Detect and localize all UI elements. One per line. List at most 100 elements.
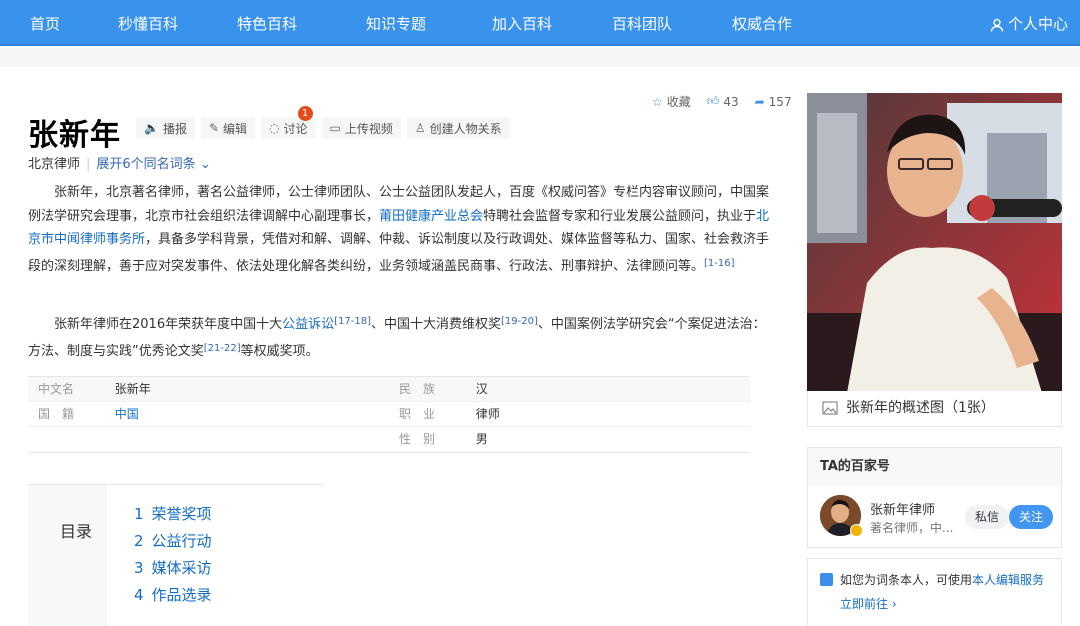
go-now-link[interactable]: 立即前往 › bbox=[840, 595, 897, 612]
create-relation-button[interactable]: ♙ 创建人物关系 bbox=[406, 117, 510, 139]
play-button[interactable]: 🔈 播报 bbox=[136, 117, 195, 139]
info-key: 职 业 bbox=[399, 407, 436, 421]
share-count: 157 bbox=[768, 94, 792, 109]
top-navigation: 首页 秒懂百科 特色百科 知识专题 加入百科 百科团队 权威合作 个人中心 bbox=[0, 0, 1080, 46]
baijiahao-header: TA的百家号 bbox=[808, 448, 1061, 486]
speaker-icon: 🔈 bbox=[144, 121, 159, 135]
reference-1-16[interactable]: [1-16] bbox=[704, 258, 735, 269]
image-icon bbox=[822, 401, 838, 415]
self-edit-prefix: 如您为词条本人，可使用 bbox=[840, 573, 973, 587]
basic-info-table: 中文名 张新年 民 族 汉 国 籍 中国 职 业 律师 性 别 男 bbox=[28, 376, 750, 453]
photo-caption[interactable]: 张新年的概述图（1张） bbox=[807, 391, 1062, 427]
para2-text-4: 等权威奖项。 bbox=[240, 343, 319, 359]
homonyms-link[interactable]: 展开6个同名词条 ⌄ bbox=[96, 157, 210, 172]
edit-button[interactable]: ✎ 编辑 bbox=[200, 117, 256, 139]
share-icon: ➦ bbox=[754, 94, 765, 109]
upload-video-label: 上传视频 bbox=[344, 121, 393, 136]
toc-number: 3 bbox=[134, 559, 144, 577]
info-key: 国 籍 bbox=[38, 407, 75, 421]
toc-text: 公益行动 bbox=[151, 532, 212, 550]
reference-19-20[interactable]: [19-20] bbox=[501, 316, 538, 327]
toc-label-box: 目录 bbox=[28, 485, 106, 626]
entry-subtitle-row: 北京律师 | 展开6个同名词条 ⌄ bbox=[28, 157, 211, 172]
info-value: 汉 bbox=[475, 382, 488, 396]
chat-icon: ◌ bbox=[269, 121, 280, 135]
nav-featured[interactable]: 特色百科 bbox=[237, 13, 297, 34]
para2-text-1: 张新年律师在2016年荣获年度中国十大 bbox=[54, 317, 283, 332]
discuss-count-badge: 1 bbox=[297, 106, 313, 121]
toc-item[interactable]: 3 媒体采访 bbox=[134, 555, 212, 582]
message-button[interactable]: 私信 bbox=[964, 505, 1009, 529]
overview-photo[interactable] bbox=[807, 93, 1062, 391]
info-value bbox=[115, 427, 389, 452]
baijiahao-name[interactable]: 张新年律师 bbox=[870, 499, 935, 518]
summary-paragraph-1: 张新年，北京著名律师，著名公益律师，公士律师团队、公士公益团队发起人，百度《权威… bbox=[28, 181, 776, 278]
table-of-contents: 目录 1 荣誉奖项 2 公益行动 3 媒体采访 4 作品选录 bbox=[28, 484, 324, 626]
entry-stats: ☆ 收藏 👍︎ 43 ➦ 157 bbox=[652, 93, 792, 110]
info-key bbox=[28, 427, 115, 452]
user-center-link[interactable]: 个人中心 bbox=[990, 13, 1068, 34]
public-litigation-link[interactable]: 公益诉讼 bbox=[282, 317, 334, 332]
toc-item[interactable]: 2 公益行动 bbox=[134, 528, 212, 555]
info-key: 民 族 bbox=[399, 382, 436, 396]
user-center-label: 个人中心 bbox=[1007, 15, 1068, 33]
info-value: 张新年 bbox=[114, 382, 151, 396]
homonyms-label: 展开6个同名词条 bbox=[96, 157, 196, 172]
toc-list: 1 荣誉奖项 2 公益行动 3 媒体采访 4 作品选录 bbox=[134, 501, 212, 609]
play-label: 播报 bbox=[162, 121, 187, 136]
star-icon: ☆ bbox=[652, 94, 663, 109]
toc-text: 媒体采访 bbox=[151, 559, 212, 577]
nav-join[interactable]: 加入百科 bbox=[492, 13, 552, 34]
nav-cooperation[interactable]: 权威合作 bbox=[732, 13, 792, 34]
nav-topics[interactable]: 知识专题 bbox=[366, 13, 426, 34]
nav-home[interactable]: 首页 bbox=[30, 13, 60, 34]
info-key: 性 别 bbox=[399, 432, 436, 446]
self-edit-text: 如您为词条本人，可使用本人编辑服务 bbox=[840, 571, 1044, 588]
reference-17-18[interactable]: [17-18] bbox=[334, 316, 371, 327]
photo-caption-text: 张新年的概述图（1张） bbox=[846, 400, 995, 416]
toc-number: 4 bbox=[134, 586, 144, 604]
toc-item[interactable]: 1 荣誉奖项 bbox=[134, 501, 212, 528]
people-icon: ♙ bbox=[414, 121, 426, 135]
discuss-button[interactable]: ◌ 讨论 1 bbox=[261, 106, 316, 139]
video-icon: ▭ bbox=[329, 121, 341, 135]
create-relation-label: 创建人物关系 bbox=[429, 121, 502, 136]
toc-item[interactable]: 4 作品选录 bbox=[134, 582, 212, 609]
toc-text: 作品选录 bbox=[151, 586, 212, 604]
share-button[interactable]: ➦ 157 bbox=[755, 93, 792, 110]
collect-label: 收藏 bbox=[666, 95, 691, 109]
info-row: 性 别 男 bbox=[28, 427, 750, 452]
para2-text-2: 、中国十大消费维权奖 bbox=[370, 317, 501, 332]
summary-paragraph-2: 张新年律师在2016年荣获年度中国十大公益诉讼[17-18]、中国十大消费维权奖… bbox=[28, 310, 776, 363]
verified-badge-icon bbox=[850, 524, 863, 537]
baijiahao-card: TA的百家号 张新年律师 著名律师，中... 私信 关注 bbox=[807, 447, 1062, 548]
toc-number: 2 bbox=[134, 532, 144, 550]
nationality-link[interactable]: 中国 bbox=[115, 402, 389, 426]
edit-label: 编辑 bbox=[223, 121, 248, 136]
chevron-down-icon: ⌄ bbox=[199, 157, 211, 172]
follow-button[interactable]: 关注 bbox=[1008, 505, 1053, 529]
self-edit-service-link[interactable]: 本人编辑服务 bbox=[972, 573, 1044, 587]
toc-text: 荣誉奖项 bbox=[151, 505, 212, 523]
toc-label: 目录 bbox=[60, 522, 93, 541]
thumb-up-icon: 👍︎ bbox=[706, 94, 720, 108]
info-key: 中文名 bbox=[38, 382, 75, 396]
discuss-label: 讨论 bbox=[283, 121, 308, 136]
pencil-icon: ✎ bbox=[208, 121, 220, 135]
baijiahao-desc: 著名律师，中... bbox=[870, 521, 954, 535]
nav-miaodong[interactable]: 秒懂百科 bbox=[118, 13, 178, 34]
like-count: 43 bbox=[723, 94, 739, 109]
collect-button[interactable]: ☆ 收藏 bbox=[652, 93, 691, 110]
nav-team[interactable]: 百科团队 bbox=[612, 13, 672, 34]
entry-subtitle: 北京律师 bbox=[28, 157, 81, 172]
info-value: 男 bbox=[475, 432, 488, 446]
reference-21-22[interactable]: [21-22] bbox=[204, 343, 241, 354]
entry-title: 张新年 bbox=[28, 118, 121, 153]
entry-toolbar: 🔈 播报 ✎ 编辑 ◌ 讨论 1 ▭ 上传视频 ♙ 创建人物关系 bbox=[136, 106, 510, 139]
portrait-illustration bbox=[807, 93, 1062, 391]
upload-video-button[interactable]: ▭ 上传视频 bbox=[321, 117, 401, 139]
like-button[interactable]: 👍︎ 43 bbox=[707, 93, 739, 110]
putian-link[interactable]: 莆田健康产业总会 bbox=[379, 209, 483, 224]
self-edit-card: 如您为词条本人，可使用本人编辑服务 立即前往 › bbox=[807, 558, 1062, 625]
user-icon bbox=[990, 18, 1004, 32]
